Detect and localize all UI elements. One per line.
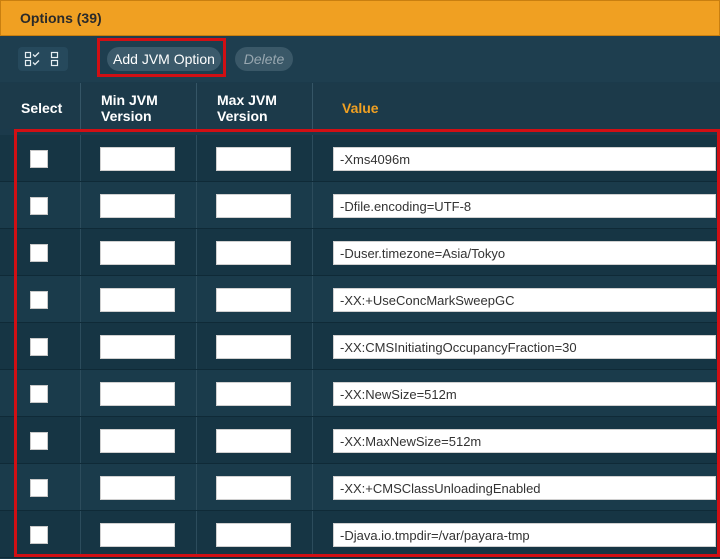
jvm-option-value-input[interactable] <box>333 476 716 500</box>
row-select-checkbox[interactable] <box>30 197 48 215</box>
min-jvm-version-input[interactable] <box>100 288 175 312</box>
jvm-option-value-input[interactable] <box>333 288 716 312</box>
column-divider <box>80 417 81 463</box>
min-header-label: Min JVM Version <box>101 92 158 124</box>
jvm-option-value-input[interactable] <box>333 523 716 547</box>
min-jvm-version-input[interactable] <box>100 241 175 265</box>
max-jvm-version-input[interactable] <box>216 335 291 359</box>
max-jvm-version-input[interactable] <box>216 476 291 500</box>
row-select-checkbox[interactable] <box>30 526 48 544</box>
column-divider <box>80 135 81 181</box>
column-divider <box>80 511 81 557</box>
max-jvm-version-input[interactable] <box>216 241 291 265</box>
min-jvm-version-input[interactable] <box>100 335 175 359</box>
options-table-body <box>0 135 720 559</box>
jvm-option-value-input[interactable] <box>333 147 716 171</box>
column-divider <box>196 511 197 557</box>
table-row <box>0 511 720 558</box>
column-divider <box>312 135 313 181</box>
column-divider <box>312 370 313 416</box>
selection-icon-group <box>18 47 68 71</box>
table-row <box>0 417 720 464</box>
column-divider <box>196 323 197 369</box>
max-header-label: Max JVM Version <box>217 92 277 124</box>
table-row <box>0 370 720 417</box>
min-jvm-version-input[interactable] <box>100 523 175 547</box>
max-jvm-version-input[interactable] <box>216 429 291 453</box>
table-row <box>0 182 720 229</box>
column-divider <box>312 323 313 369</box>
row-select-checkbox[interactable] <box>30 479 48 497</box>
column-divider <box>80 229 81 275</box>
table-row <box>0 464 720 511</box>
column-divider <box>80 276 81 322</box>
row-select-checkbox[interactable] <box>30 150 48 168</box>
min-jvm-version-input[interactable] <box>100 194 175 218</box>
table-row <box>0 276 720 323</box>
column-divider <box>312 276 313 322</box>
column-divider <box>196 276 197 322</box>
max-jvm-version-input[interactable] <box>216 382 291 406</box>
table-header: Select Min JVM Version Max JVM Version V… <box>0 83 720 129</box>
options-panel-title: Options (39) <box>20 10 102 26</box>
column-divider <box>312 417 313 463</box>
max-jvm-version-input[interactable] <box>216 147 291 171</box>
jvm-option-value-input[interactable] <box>333 382 716 406</box>
min-jvm-version-input[interactable] <box>100 147 175 171</box>
table-row <box>0 229 720 276</box>
select-all-icon[interactable] <box>24 51 40 67</box>
max-jvm-version-column-header[interactable]: Max JVM Version <box>197 83 313 129</box>
column-divider <box>80 323 81 369</box>
column-divider <box>80 370 81 416</box>
table-row <box>0 135 720 182</box>
min-jvm-version-input[interactable] <box>100 382 175 406</box>
table-row <box>0 323 720 370</box>
min-jvm-version-column-header[interactable]: Min JVM Version <box>81 83 197 129</box>
options-panel-header: Options (39) <box>0 0 720 36</box>
row-select-checkbox[interactable] <box>30 385 48 403</box>
row-select-checkbox[interactable] <box>30 338 48 356</box>
min-jvm-version-input[interactable] <box>100 429 175 453</box>
column-divider <box>312 182 313 228</box>
jvm-option-value-input[interactable] <box>333 194 716 218</box>
column-divider <box>312 229 313 275</box>
min-jvm-version-input[interactable] <box>100 476 175 500</box>
jvm-option-value-input[interactable] <box>333 335 716 359</box>
column-divider <box>196 370 197 416</box>
column-divider <box>312 511 313 557</box>
column-divider <box>196 464 197 510</box>
column-divider <box>196 229 197 275</box>
value-header-label: Value <box>342 100 379 116</box>
value-column-header[interactable]: Value <box>313 83 720 129</box>
column-divider <box>80 182 81 228</box>
row-select-checkbox[interactable] <box>30 291 48 309</box>
max-jvm-version-input[interactable] <box>216 194 291 218</box>
max-jvm-version-input[interactable] <box>216 288 291 312</box>
column-divider <box>312 464 313 510</box>
select-header-label: Select <box>21 100 63 116</box>
max-jvm-version-input[interactable] <box>216 523 291 547</box>
jvm-option-value-input[interactable] <box>333 241 716 265</box>
deselect-all-icon[interactable] <box>49 51 61 67</box>
row-select-checkbox[interactable] <box>30 432 48 450</box>
jvm-option-value-input[interactable] <box>333 429 716 453</box>
column-divider <box>196 417 197 463</box>
select-column-header[interactable]: Select <box>0 83 81 129</box>
column-divider <box>80 464 81 510</box>
column-divider <box>196 182 197 228</box>
delete-button[interactable]: Delete <box>235 47 293 71</box>
column-divider <box>196 135 197 181</box>
row-select-checkbox[interactable] <box>30 244 48 262</box>
add-button-highlight <box>97 38 226 77</box>
